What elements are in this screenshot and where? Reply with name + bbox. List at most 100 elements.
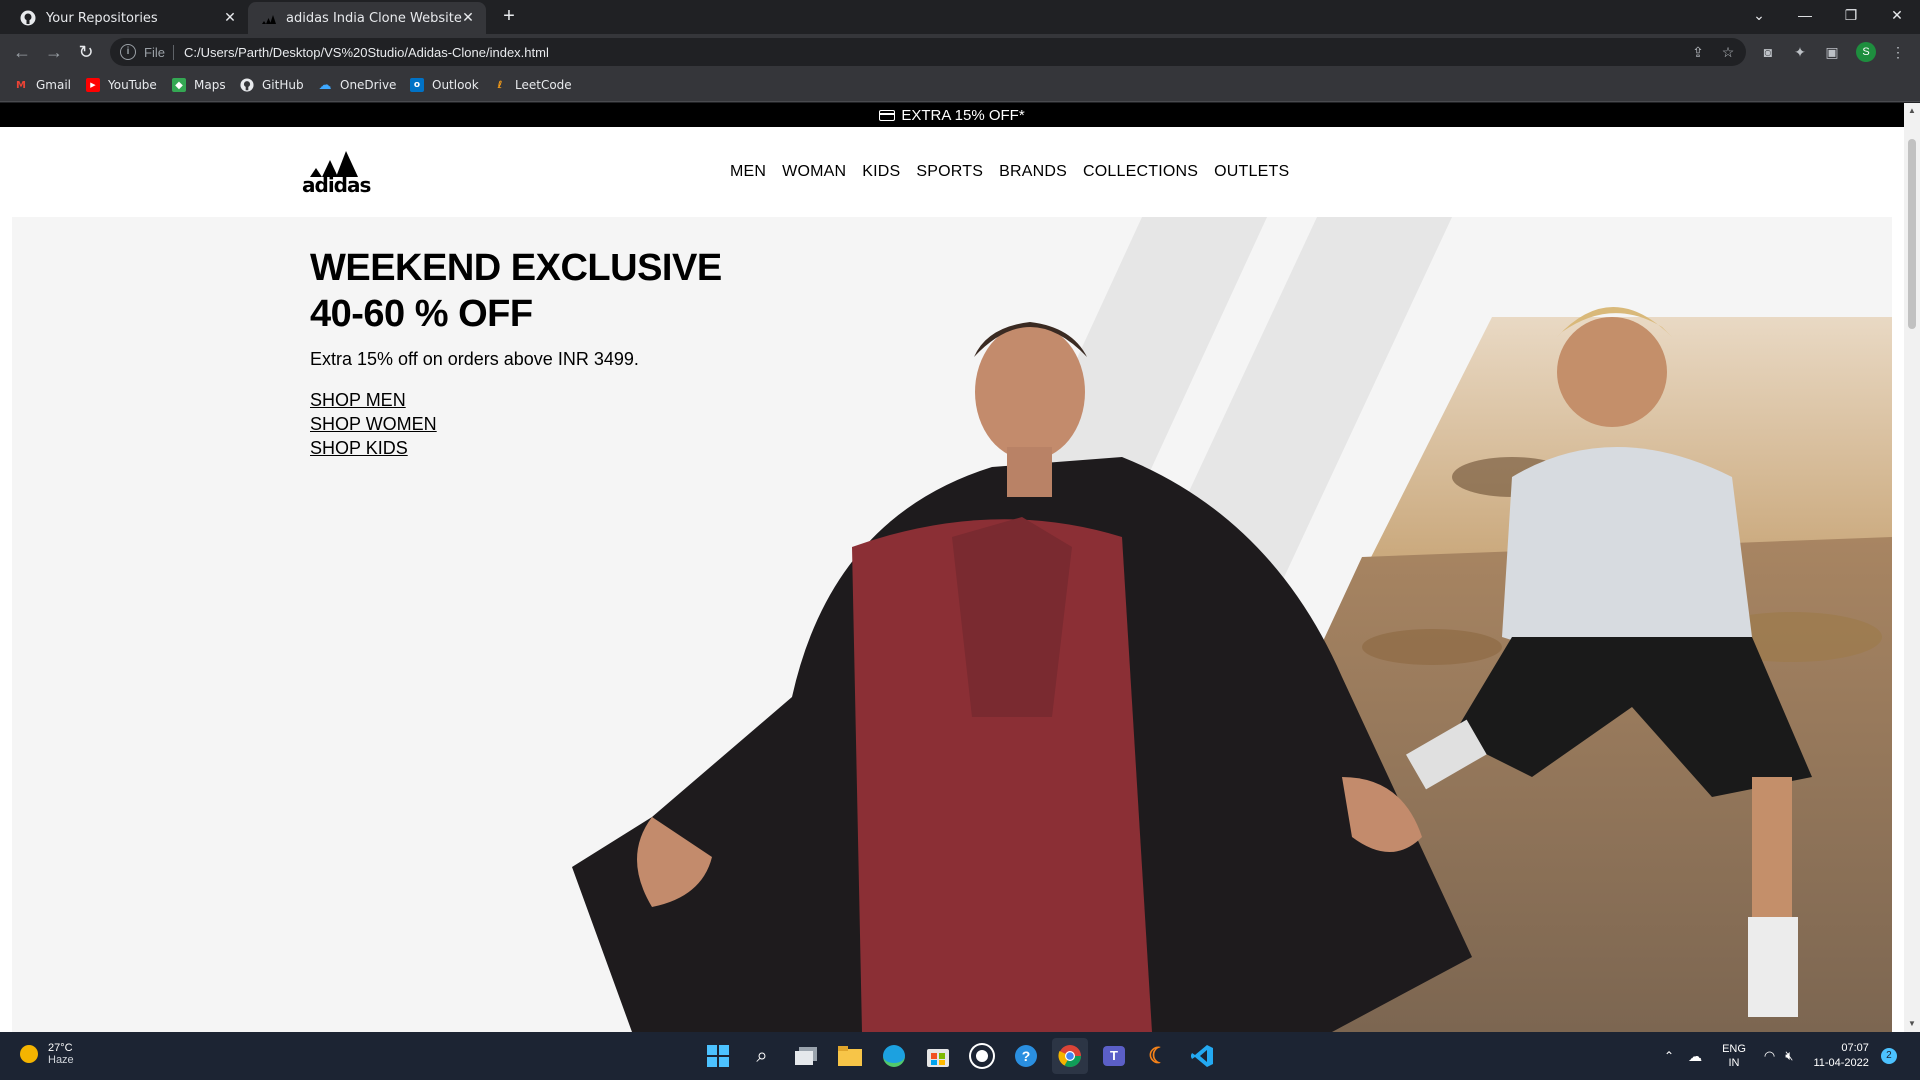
region-label: IN	[1728, 1057, 1740, 1069]
page-scrollbar[interactable]: ▲ ▼	[1904, 103, 1920, 1032]
credit-card-icon	[879, 109, 896, 121]
shop-men-link[interactable]: SHOP MEN	[310, 388, 722, 412]
close-tab-icon[interactable]: ✕	[460, 10, 476, 26]
bookmark-github[interactable]: GitHub	[240, 78, 304, 92]
github-desktop-icon[interactable]	[964, 1038, 1000, 1074]
menu-kebab-icon[interactable]: ⋮	[1888, 42, 1908, 62]
sun-haze-icon	[20, 1045, 38, 1063]
tab-title: adidas India Clone Website	[286, 10, 462, 26]
github-icon	[20, 10, 36, 26]
nav-sports[interactable]: SPORTS	[916, 163, 983, 181]
weather-temp: 27°C	[48, 1042, 73, 1054]
file-explorer-icon[interactable]	[832, 1038, 868, 1074]
edge-icon[interactable]	[876, 1038, 912, 1074]
page-viewport: EXTRA 15% OFF* adidas MEN WOMAN KIDS SPO…	[0, 103, 1904, 1032]
weather-widget[interactable]: 27°C Haze	[20, 1042, 74, 1066]
restore-button[interactable]: ❐	[1828, 0, 1874, 30]
close-tab-icon[interactable]: ✕	[222, 10, 238, 26]
bookmark-outlook[interactable]: o Outlook	[410, 78, 479, 92]
logo-wordmark: adidas	[302, 173, 371, 197]
extensions-icon[interactable]: ✦	[1790, 42, 1810, 62]
bookmark-onedrive[interactable]: ☁ OneDrive	[318, 78, 397, 93]
nav-kids[interactable]: KIDS	[862, 163, 900, 181]
task-view-icon[interactable]	[788, 1038, 824, 1074]
share-icon[interactable]: ⇪	[1688, 42, 1708, 62]
site-header: adidas MEN WOMAN KIDS SPORTS BRANDS COLL…	[0, 127, 1904, 217]
hero-title-line2: 40-60 % OFF	[310, 293, 533, 335]
shop-women-link[interactable]: SHOP WOMEN	[310, 412, 722, 436]
tab-your-repositories[interactable]: Your Repositories ✕	[8, 2, 248, 34]
bookmark-gmail[interactable]: M Gmail	[14, 78, 71, 92]
minimize-button[interactable]: —	[1782, 0, 1828, 30]
taskbar-apps: ⌕ ? T ☾	[700, 1038, 1220, 1074]
bookmarks-bar: M Gmail ▶ YouTube ◆ Maps GitHub ☁ OneDri…	[0, 70, 1920, 102]
weather-desc: Haze	[48, 1054, 74, 1066]
scroll-down-icon[interactable]: ▼	[1908, 1020, 1916, 1028]
adidas-icon	[260, 10, 276, 26]
tab-adidas-clone[interactable]: adidas India Clone Website ✕	[248, 2, 486, 34]
clock-date: 11-04-2022	[1813, 1057, 1869, 1069]
bookmark-label: OneDrive	[340, 78, 397, 92]
scroll-up-icon[interactable]: ▲	[1908, 107, 1916, 115]
forward-button[interactable]: →	[42, 40, 66, 64]
shop-kids-link[interactable]: SHOP KIDS	[310, 436, 722, 460]
address-bar[interactable]: i File C:/Users/Parth/Desktop/VS%20Studi…	[110, 38, 1746, 66]
url-text[interactable]: C:/Users/Parth/Desktop/VS%20Studio/Adida…	[184, 45, 549, 60]
chrome-icon[interactable]	[1052, 1038, 1088, 1074]
wifi-icon[interactable]: ◠	[1764, 1048, 1775, 1064]
bookmark-leetcode[interactable]: ℓ LeetCode	[493, 78, 572, 92]
microsoft-store-icon[interactable]	[920, 1038, 956, 1074]
volume-muted-icon[interactable]: 🔇︎	[1785, 1048, 1793, 1064]
hero-banner: WEEKEND EXCLUSIVE 40-60 % OFF Extra 15% …	[12, 217, 1892, 1032]
tab-title: Your Repositories	[46, 10, 158, 26]
adidas-logo[interactable]: adidas	[302, 149, 371, 197]
vscode-icon[interactable]	[1184, 1038, 1220, 1074]
back-button[interactable]: ←	[10, 40, 34, 64]
scroll-thumb[interactable]	[1908, 139, 1916, 329]
hero-links: SHOP MEN SHOP WOMEN SHOP KIDS	[310, 388, 722, 460]
main-nav: MEN WOMAN KIDS SPORTS BRANDS COLLECTIONS…	[730, 127, 1305, 217]
profile-avatar[interactable]: S	[1856, 42, 1876, 62]
github-icon	[240, 78, 254, 92]
hero-title: WEEKEND EXCLUSIVE 40-60 % OFF	[310, 245, 722, 337]
clock[interactable]: 07:07 11-04-2022	[1813, 1041, 1868, 1071]
teams-icon[interactable]: T	[1096, 1038, 1132, 1074]
hero-copy: WEEKEND EXCLUSIVE 40-60 % OFF Extra 15% …	[310, 245, 722, 460]
browser-toolbar: ← → ↻ i File C:/Users/Parth/Desktop/VS%2…	[0, 34, 1920, 70]
nav-collections[interactable]: COLLECTIONS	[1083, 163, 1198, 181]
help-icon[interactable]: ?	[1008, 1038, 1044, 1074]
show-hidden-icons[interactable]: ⌃	[1664, 1049, 1674, 1063]
lang-label: ENG	[1722, 1043, 1746, 1055]
new-tab-button[interactable]: +	[498, 6, 520, 28]
camera-icon[interactable]: ◙	[1758, 42, 1778, 62]
nav-men[interactable]: MEN	[730, 163, 766, 181]
onedrive-cloud-icon[interactable]: ☁	[1688, 1048, 1702, 1065]
bookmark-star-icon[interactable]: ☆	[1718, 42, 1738, 62]
scheme-label: File	[144, 44, 174, 60]
leetcode-icon: ℓ	[497, 79, 503, 91]
language-indicator[interactable]: ENG IN	[1722, 1042, 1746, 1070]
nav-outlets[interactable]: OUTLETS	[1214, 163, 1289, 181]
close-window-button[interactable]: ✕	[1874, 0, 1920, 30]
site-info-icon[interactable]: i	[120, 44, 136, 60]
hero-title-line1: WEEKEND EXCLUSIVE	[310, 247, 722, 289]
side-panel-icon[interactable]: ▣	[1822, 42, 1842, 62]
nav-woman[interactable]: WOMAN	[782, 163, 846, 181]
bookmark-label: GitHub	[262, 78, 304, 92]
bookmark-label: Outlook	[432, 78, 479, 92]
bookmark-label: Gmail	[36, 78, 72, 92]
outlook-icon: o	[410, 78, 424, 92]
eclipse-icon[interactable]: ☾	[1140, 1038, 1176, 1074]
tab-strip: Your Repositories ✕ adidas India Clone W…	[0, 0, 1920, 34]
windows-start-icon[interactable]	[700, 1038, 736, 1074]
bookmark-maps[interactable]: ◆ Maps	[172, 78, 226, 92]
taskbar: 27°C Haze ⌕ ? T ☾ ⌃ ☁ ENG IN ◠ 🔇︎ 07:07 …	[0, 1032, 1920, 1080]
tab-search-icon[interactable]: ⌄	[1736, 0, 1782, 30]
bookmark-youtube[interactable]: ▶ YouTube	[86, 78, 157, 92]
nav-brands[interactable]: BRANDS	[999, 163, 1067, 181]
reload-button[interactable]: ↻	[74, 40, 98, 64]
system-tray: ⌃ ☁ ENG IN ◠ 🔇︎ 07:07 11-04-2022 2	[1664, 1032, 1897, 1080]
notification-badge[interactable]: 2	[1880, 1048, 1897, 1064]
promo-banner[interactable]: EXTRA 15% OFF*	[0, 103, 1904, 127]
search-icon[interactable]: ⌕	[744, 1038, 780, 1074]
